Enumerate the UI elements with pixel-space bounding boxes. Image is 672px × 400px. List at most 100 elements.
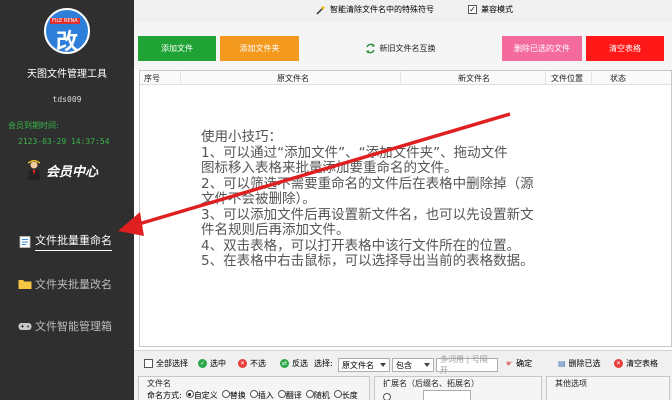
column-divider bbox=[545, 71, 546, 85]
delete-selected-button[interactable]: ▤ 删除已选 bbox=[558, 358, 601, 369]
nav-batch-rename-folders[interactable]: 文件夹批量改名 bbox=[18, 276, 112, 292]
mode-radio-label: 翻译 bbox=[285, 391, 302, 400]
swap-names-label: 新旧文件名互换 bbox=[379, 44, 436, 53]
extension-group-title: 扩展名（后缀名、拓展名） bbox=[383, 379, 479, 388]
top-bar: 智能清除文件名中的特殊符号 ✓ 兼容模式 bbox=[134, 0, 672, 22]
add-folder-button[interactable]: 添加文件夹 bbox=[220, 36, 299, 61]
clear-icon: ✕ bbox=[614, 359, 623, 368]
nav-label: 文件夹批量改名 bbox=[35, 278, 112, 291]
select-all-checkbox[interactable]: 全部选择 bbox=[144, 358, 188, 369]
keyword-input[interactable]: 多词用 | 号隔开 bbox=[436, 355, 498, 375]
clear-table-label: 清空表格 bbox=[626, 359, 658, 368]
extension-row bbox=[383, 390, 471, 400]
delete-selected-label: 删除已选 bbox=[568, 359, 601, 368]
select-label: 选中 bbox=[210, 359, 226, 368]
tip-line: 1、可以通过“添加文件”、“添加文件夹”、拖动文件 bbox=[201, 144, 508, 161]
swap-names-button[interactable]: 新旧文件名互换 bbox=[360, 36, 440, 61]
nav-smart-file-manager[interactable]: 文件智能管理箱 bbox=[18, 318, 112, 334]
naming-mode-label: 命名方式: bbox=[147, 391, 182, 400]
naming-mode-row: 命名方式: 自定义 替换 插入 翻译 随机 长度 bbox=[147, 390, 358, 400]
column-divider bbox=[400, 71, 401, 85]
cancel-circle-icon: ✕ bbox=[238, 359, 247, 368]
user-id: tds009 bbox=[52, 95, 82, 104]
filename-group-title: 文件名 bbox=[147, 379, 171, 388]
usage-tips: 使用小技巧： 1、可以通过“添加文件”、“添加文件夹”、拖动文件 图标移入表格来… bbox=[201, 129, 601, 270]
column-header-index[interactable]: 序号 bbox=[144, 73, 160, 84]
field-select: 原文件名 bbox=[338, 358, 390, 372]
extension-options-group: 扩展名（后缀名、拓展名） bbox=[374, 376, 542, 400]
invert-label: 反选 bbox=[292, 359, 308, 368]
column-header-status[interactable]: 状态 bbox=[610, 73, 626, 84]
hand-icon: ☛ bbox=[506, 359, 514, 368]
other-options-title: 其他选项 bbox=[555, 379, 587, 388]
mode-radio-label: 随机 bbox=[313, 391, 330, 400]
add-file-button[interactable]: 添加文件 bbox=[138, 36, 216, 61]
confirm-button[interactable]: ☛ 确定 bbox=[506, 358, 532, 369]
other-options-group: 其他选项 bbox=[546, 376, 670, 400]
options-area: 文件名 命名方式: 自定义 替换 插入 翻译 随机 长度 扩展名（后缀名、拓展名… bbox=[134, 376, 672, 400]
confirm-label: 确定 bbox=[516, 359, 533, 368]
radio-icon bbox=[249, 390, 258, 398]
radio-icon bbox=[221, 390, 230, 398]
sidebar: FILE RENA 改 天图文件管理工具 tds009 会员到期时间: 2123… bbox=[0, 0, 134, 400]
select-button[interactable]: ✓ 选中 bbox=[198, 358, 226, 369]
delete-selected-files-button[interactable]: 删除已选的文件 bbox=[502, 36, 582, 61]
mode-radio-label: 插入 bbox=[257, 391, 274, 400]
select-all-label: 全部选择 bbox=[156, 359, 188, 368]
nav-label: 文件批量重命名 bbox=[35, 232, 112, 251]
swap-icon bbox=[365, 43, 375, 54]
column-header-original-name[interactable]: 原文件名 bbox=[277, 73, 309, 84]
checkbox-checked-icon: ✓ bbox=[468, 4, 477, 14]
mode-radio-label: 自定义 bbox=[193, 391, 218, 400]
mode-radio-random[interactable]: 随机 bbox=[305, 390, 330, 400]
match-dropdown[interactable]: 包含 bbox=[392, 358, 434, 372]
radio-icon[interactable] bbox=[383, 393, 391, 400]
checkbox-icon bbox=[144, 359, 153, 368]
extension-input[interactable] bbox=[423, 390, 471, 400]
membership-expiry-time: 2123-03-29 14:37:54 bbox=[18, 137, 110, 146]
deselect-label: 不选 bbox=[250, 359, 266, 368]
tip-line: 件名规则后再添加文件。 bbox=[201, 222, 350, 238]
radio-icon bbox=[333, 390, 342, 398]
field-select-value: 原文件名 bbox=[342, 360, 374, 370]
clear-special-symbols-button[interactable]: 智能清除文件名中的特殊符号 bbox=[316, 4, 434, 15]
clear-table-button[interactable]: 清空表格 bbox=[586, 36, 664, 61]
app-logo: FILE RENA 改 bbox=[44, 8, 90, 55]
delete-rows-icon: ▤ bbox=[558, 359, 566, 368]
tip-line: 图标移入表格来批量添加要重命名的文件。 bbox=[201, 160, 458, 176]
tip-line: 文件不会被删除）。 bbox=[201, 191, 316, 207]
select-by-text: 选择: bbox=[314, 359, 333, 368]
mode-radio-translate[interactable]: 翻译 bbox=[277, 390, 302, 400]
mode-radio-insert[interactable]: 插入 bbox=[249, 390, 274, 400]
deselect-button[interactable]: ✕ 不选 bbox=[238, 358, 266, 369]
column-header-location[interactable]: 文件位置 bbox=[551, 73, 583, 84]
chevron-down-icon bbox=[424, 363, 430, 367]
membership-expiry-label: 会员到期时间: bbox=[8, 121, 59, 130]
gamepad-icon bbox=[18, 323, 32, 330]
nav-batch-rename-files[interactable]: 文件批量重命名 bbox=[18, 232, 112, 251]
mode-radio-length[interactable]: 长度 bbox=[333, 390, 358, 400]
member-center-label: 会员中心 bbox=[46, 164, 99, 180]
radio-icon bbox=[277, 390, 286, 398]
column-header-new-name[interactable]: 新文件名 bbox=[458, 73, 490, 84]
folder-icon bbox=[18, 280, 32, 289]
radio-selected-icon bbox=[185, 390, 194, 398]
table-header: 序号 原文件名 新文件名 文件位置 状态 bbox=[140, 71, 671, 85]
filename-options-group: 文件名 命名方式: 自定义 替换 插入 翻译 随机 长度 bbox=[138, 376, 370, 400]
chevron-down-icon bbox=[380, 363, 386, 367]
mode-radio-replace[interactable]: 替换 bbox=[221, 390, 246, 400]
invert-icon: ⇄ bbox=[280, 359, 289, 368]
field-dropdown[interactable]: 原文件名 bbox=[338, 358, 390, 372]
column-divider bbox=[591, 71, 592, 85]
member-center-button[interactable]: 会员中心 bbox=[25, 158, 98, 182]
selection-bar: 全部选择 ✓ 选中 ✕ 不选 ⇄ 反选 选择: 原文件名 包含 多词用 | 号隔… bbox=[134, 350, 672, 376]
mode-radio-custom[interactable]: 自定义 bbox=[185, 390, 218, 400]
invert-selection-button[interactable]: ⇄ 反选 bbox=[280, 358, 308, 369]
clear-table-small-button[interactable]: ✕ 清空表格 bbox=[614, 358, 658, 369]
logo-character: 改 bbox=[56, 29, 79, 55]
compat-mode-checkbox[interactable]: ✓ 兼容模式 bbox=[468, 4, 513, 15]
magic-wand-icon bbox=[316, 5, 326, 15]
compat-mode-label: 兼容模式 bbox=[481, 5, 513, 14]
tips-title: 使用小技巧： bbox=[201, 129, 282, 145]
tip-line: 4、双击表格，可以打开表格中该行文件所在的位置。 bbox=[201, 237, 521, 254]
